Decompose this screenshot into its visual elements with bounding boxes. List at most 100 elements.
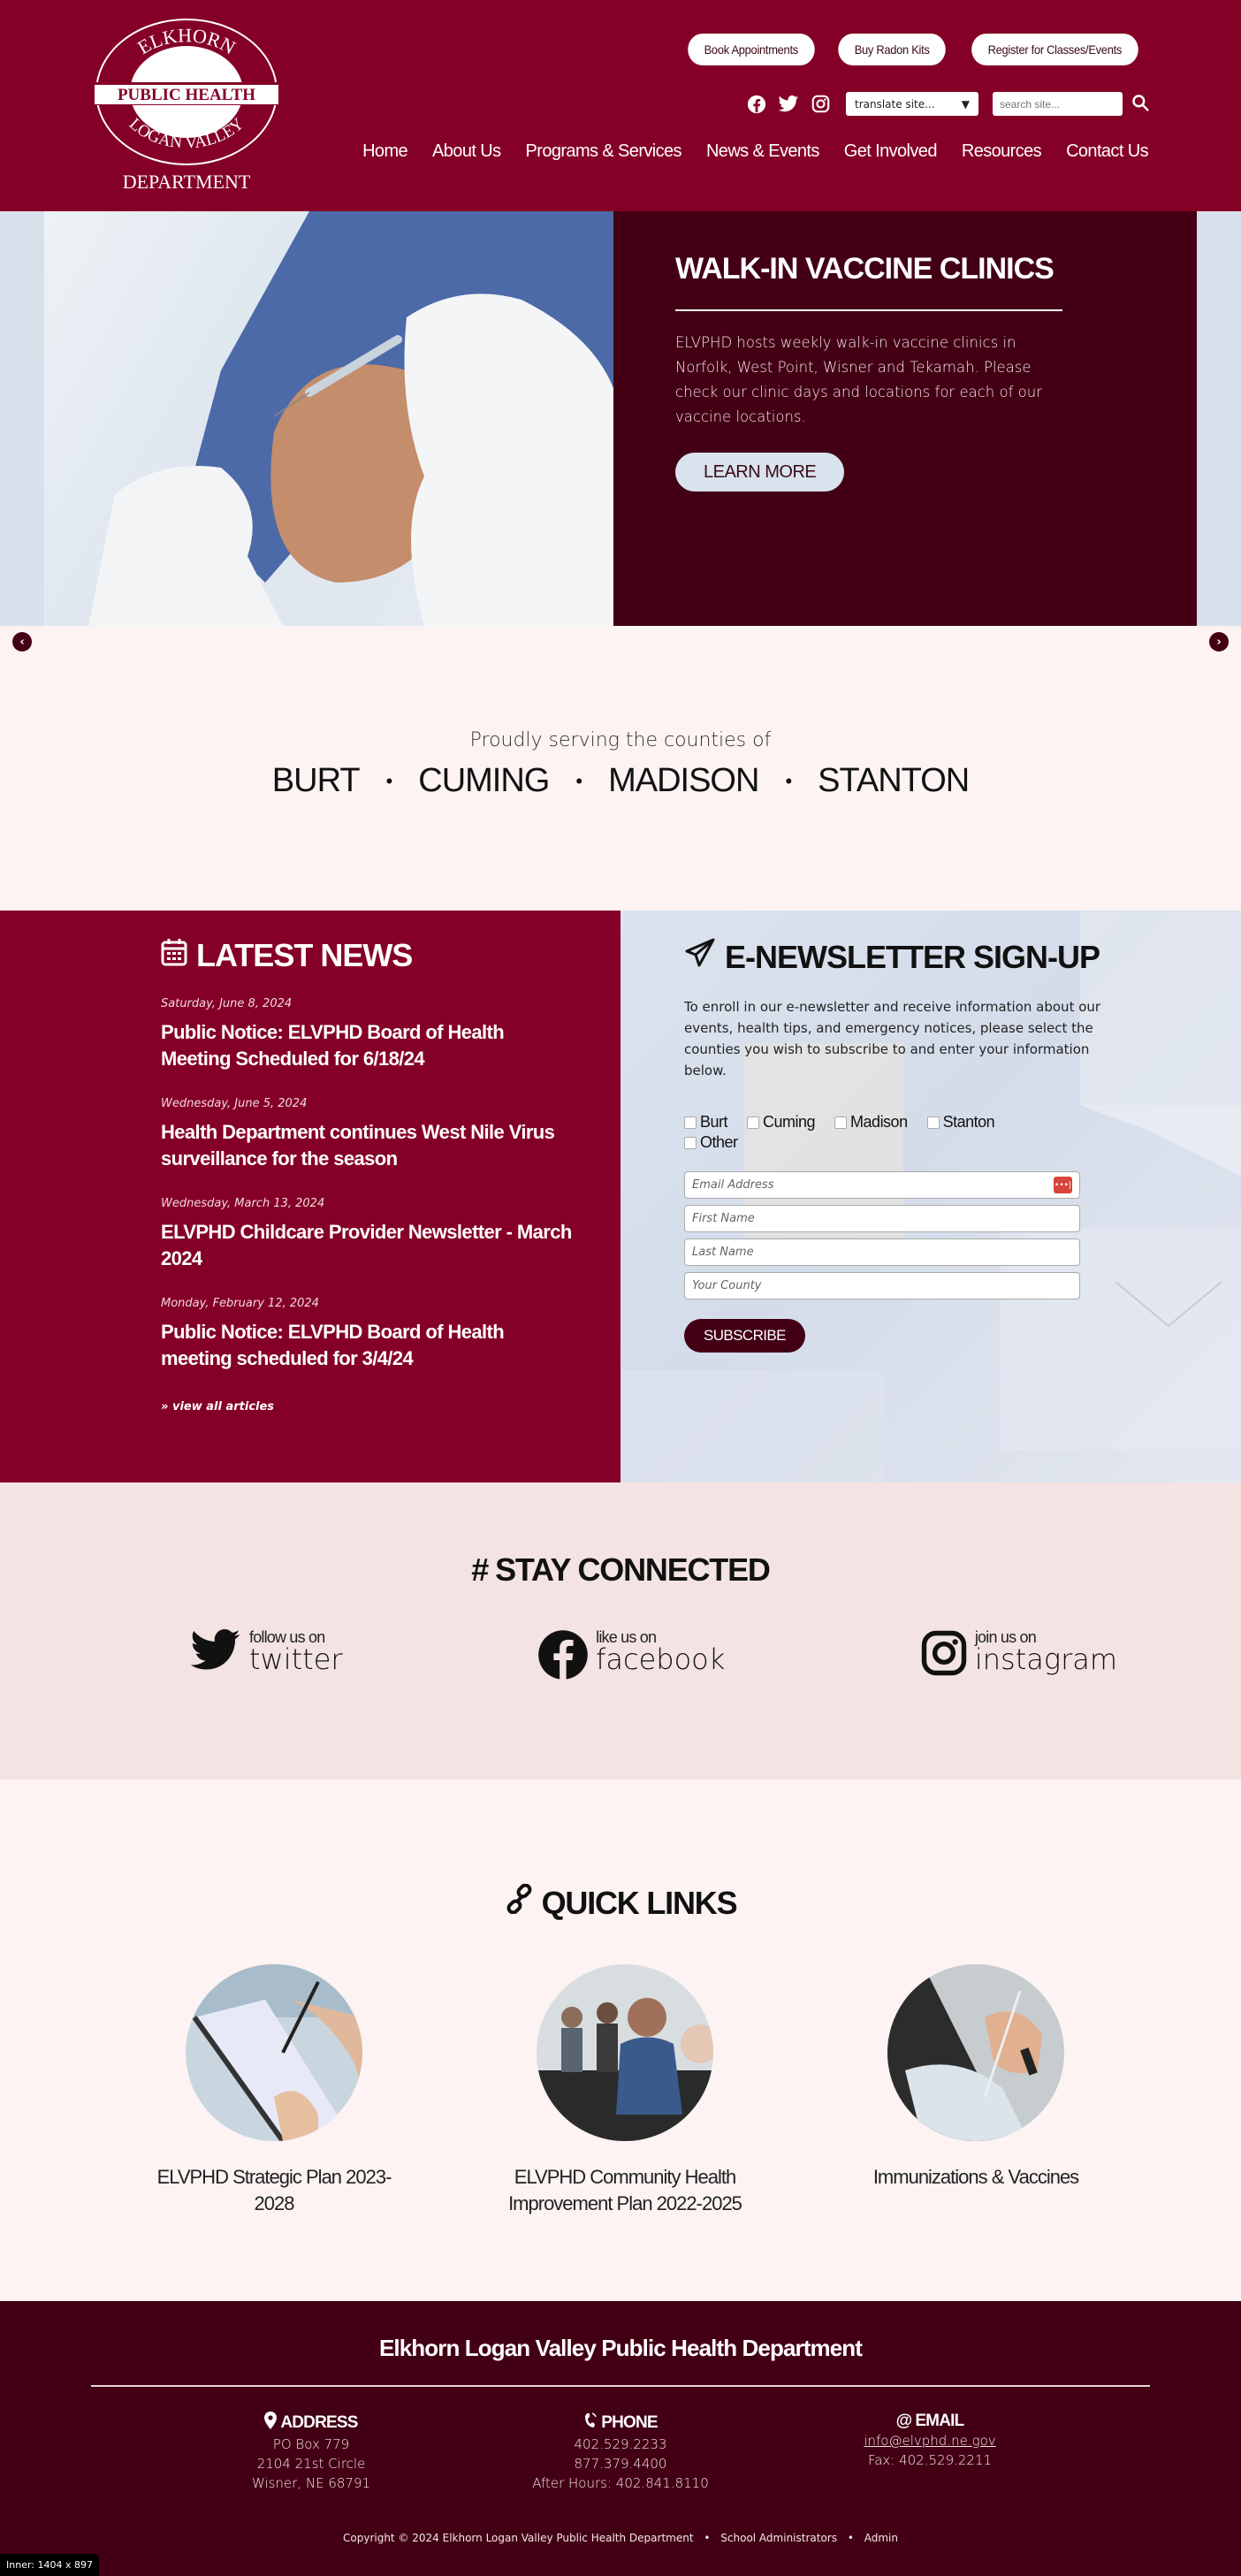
last-name-field[interactable]: Last Name [684,1238,1080,1266]
county-list: BURT • CUMING • MADISON • STANTON [0,762,1241,800]
checkbox[interactable] [684,1116,697,1129]
newsletter-signup: E-NEWSLETTER SIGN-UP To enroll in our e-… [620,911,1241,1482]
nav-news-events[interactable]: News & Events [706,141,819,162]
checkbox-other[interactable]: Other [684,1133,738,1152]
nav-about-us[interactable]: About Us [432,141,501,162]
nav-resources[interactable]: Resources [962,141,1042,162]
utility-row: translate site... ▼ [745,92,1149,116]
learn-more-button[interactable]: LEARN MORE [675,453,845,492]
admin-link[interactable]: Admin [864,2532,898,2544]
password-manager-icon[interactable]: •••| [1054,1177,1072,1193]
twitter-link[interactable]: follow us on twitter [189,1629,343,1684]
twitter-icon[interactable] [777,93,800,116]
checkbox-cuming[interactable]: Cuming [747,1113,816,1132]
map-pin-icon [264,2412,278,2435]
footer-phone: PHONE 402.529.2233 877.379.4400 After Ho… [532,2412,709,2491]
email-field[interactable]: Email Address •••| [684,1171,1080,1199]
latest-news-title: LATEST NEWS [161,937,620,974]
quick-link-strategic-plan[interactable]: ELVPHD Strategic Plan 2023-2028 [141,1964,407,2217]
counties-section: Proudly serving the counties of BURT • C… [0,626,1241,911]
email-placeholder: Email Address [692,1178,774,1192]
search-icon[interactable] [1131,94,1149,115]
subscribe-button[interactable]: SUBSCRIBE [684,1319,805,1353]
facebook-link[interactable]: like us on facebook [537,1629,725,1684]
checkbox-burt[interactable]: Burt [684,1113,728,1132]
slider-prev-icon[interactable]: ‹ [12,632,32,652]
quick-links-title: QUICK LINKS [505,1883,738,1922]
stay-connected-section: # STAY CONNECTED follow us on twitter lik… [0,1482,1241,1780]
nav-programs-services[interactable]: Programs & Services [526,141,682,162]
main-nav: Home About Us Programs & Services News &… [362,141,1149,162]
county-field[interactable]: Your County [684,1272,1080,1299]
immunizations-image [887,1964,1064,2141]
checkbox[interactable] [926,1116,940,1129]
quick-link-immunizations[interactable]: Immunizations & Vaccines [843,1964,1108,2217]
hero-divider [675,309,1062,311]
quick-links-section: QUICK LINKS ELVPHD Strategic Plan 2023-2… [0,1780,1241,2301]
paper-plane-icon [684,937,716,977]
community-health-image [537,1964,713,2141]
top-buttons: Book Appointments Buy Radon Kits Registe… [682,34,1146,65]
news-title-link[interactable]: Public Notice: ELVPHD Board of Health Me… [161,1019,567,1072]
school-administrators-link[interactable]: School Administrators [720,2532,837,2544]
checkbox[interactable] [684,1136,697,1149]
instagram-link[interactable]: join us on instagram [920,1629,1117,1684]
checkbox-madison[interactable]: Madison [834,1113,908,1132]
buy-radon-kits-button[interactable]: Buy Radon Kits [838,34,947,65]
nav-get-involved[interactable]: Get Involved [844,141,938,162]
caret-down-icon: ▼ [961,97,970,111]
last-name-placeholder: Last Name [692,1246,754,1259]
checkbox-stanton[interactable]: Stanton [926,1113,995,1132]
instagram-icon[interactable] [809,93,832,116]
logo-band-text: PUBLIC HEALTH [118,86,255,104]
email-link[interactable]: info@elvphd.ne.gov [797,2431,1062,2450]
footer-columns: ADDRESS PO Box 779 2104 21st Circle Wisn… [179,2387,1062,2493]
footer-address: ADDRESS PO Box 779 2104 21st Circle Wisn… [251,2412,371,2491]
view-all-articles-link[interactable]: » view all articles [161,1400,274,1414]
news-title-link[interactable]: Public Notice: ELVPHD Board of Health me… [161,1319,567,1372]
checkbox[interactable] [747,1116,760,1129]
copyright-text: Copyright © 2024 Elkhorn Logan Valley Pu… [343,2532,694,2544]
site-logo[interactable]: PUBLIC HEALTH ELKHORN LOGAN VALLEY DEPAR… [91,18,282,194]
email-heading: @ EMAIL [895,2412,965,2430]
nav-home[interactable]: Home [362,141,408,162]
social-links: follow us on twitter like us on facebook j… [0,1629,1241,1684]
hero-vaccine-image [44,211,613,626]
calendar-icon [161,937,187,974]
counties-intro: Proudly serving the counties of [469,729,772,751]
search-input[interactable] [993,92,1123,116]
phone-heading: PHONE [583,2412,659,2435]
logo-emblem-icon: PUBLIC HEALTH ELKHORN LOGAN VALLEY DEPAR… [91,19,282,193]
quick-link-label: Immunizations & Vaccines [872,2166,1079,2188]
address-heading: ADDRESS [264,2412,358,2435]
translate-select-value: translate site... [855,97,935,111]
facebook-icon [537,1629,589,1684]
hero-title: WALK-IN VACCINE CLINICS [675,252,1054,286]
footer-email: @ EMAIL info@elvphd.ne.gov Fax: 402.529.… [797,2412,1062,2493]
link-icon [505,1883,535,1922]
register-classes-button[interactable]: Register for Classes/Events [971,34,1138,65]
strategic-plan-image [186,1964,362,2141]
first-name-field[interactable]: First Name [684,1205,1080,1232]
site-footer: Elkhorn Logan Valley Public Health Depar… [0,2301,1241,2576]
translate-select[interactable]: translate site... ▼ [846,92,978,116]
news-date: Wednesday, June 5, 2024 [161,1097,308,1110]
news-newsletter-section: LATEST NEWS Saturday, June 8, 2024 Publi… [0,911,1241,1482]
nav-contact-us[interactable]: Contact Us [1066,141,1149,162]
quick-link-community-health-plan[interactable]: ELVPHD Community Health Improvement Plan… [492,1964,758,2217]
news-title-link[interactable]: ELVPHD Childcare Provider Newsletter - M… [161,1219,585,1272]
news-date: Monday, February 12, 2024 [161,1297,319,1310]
county-cuming: CUMING [418,762,550,799]
news-item: Monday, February 12, 2024 Public Notice:… [161,1297,620,1372]
county-madison: MADISON [608,762,759,799]
facebook-icon[interactable] [745,93,768,116]
slider-next-icon[interactable]: › [1209,632,1229,652]
book-appointments-button[interactable]: Book Appointments [687,34,814,65]
quick-link-label: ELVPHD Community Health Improvement Plan… [508,2166,742,2214]
checkbox[interactable] [834,1116,848,1129]
news-list: Saturday, June 8, 2024 Public Notice: EL… [161,997,620,1372]
logo-caption: DEPARTMENT [123,171,251,193]
hashtag-icon: # [471,1551,489,1588]
news-title-link[interactable]: Health Department continues West Nile Vi… [161,1119,567,1172]
news-item: Wednesday, June 5, 2024 Health Departmen… [161,1097,620,1172]
